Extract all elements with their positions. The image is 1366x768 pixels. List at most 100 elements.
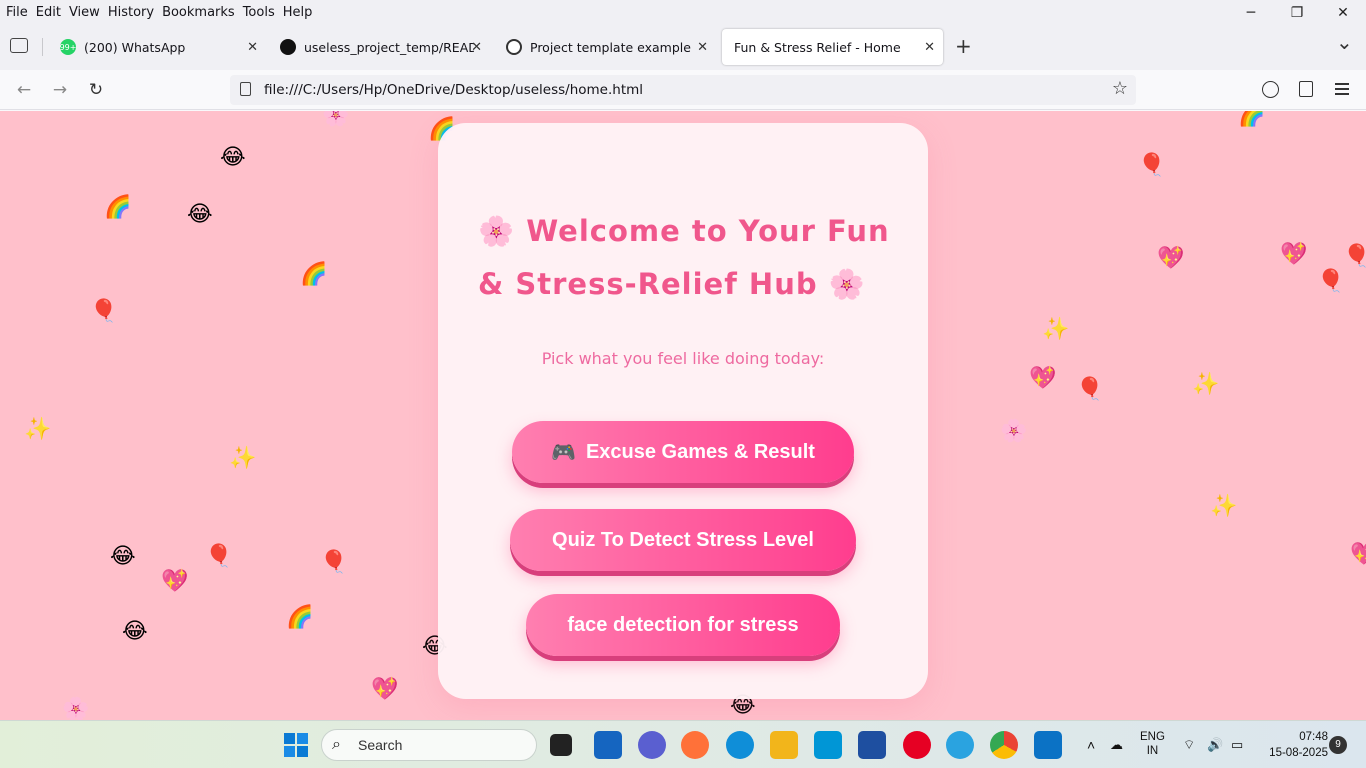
wifi-icon[interactable]: ⌔ bbox=[1183, 721, 1195, 768]
github-icon bbox=[280, 39, 296, 55]
extensions-icon[interactable] bbox=[1299, 81, 1313, 97]
page-title: 🌸 Welcome to Your Fun & Stress-Relief Hu… bbox=[478, 205, 898, 311]
heart-emoji: 💖 bbox=[1029, 366, 1057, 391]
restore-button[interactable]: ❐ bbox=[1274, 0, 1320, 26]
account-icon[interactable] bbox=[1262, 81, 1279, 98]
welcome-card: 🌸 Welcome to Your Fun & Stress-Relief Hu… bbox=[438, 123, 928, 699]
minimize-button[interactable]: ─ bbox=[1228, 0, 1274, 26]
navigation-bar: ← → ↻ file:///C:/Users/Hp/OneDrive/Deskt… bbox=[0, 70, 1366, 110]
forward-button[interactable]: → bbox=[47, 78, 73, 102]
show-hidden-icons-icon[interactable]: ˄ bbox=[1087, 721, 1095, 768]
rainbow-emoji: 🌈 bbox=[286, 605, 314, 630]
tab-badge: 99+ bbox=[59, 42, 77, 52]
balloon-emoji: 🎈 bbox=[1317, 269, 1345, 294]
myhp-icon[interactable] bbox=[814, 731, 842, 759]
menu-view[interactable]: View bbox=[67, 5, 106, 20]
tab-title: (200) WhatsApp bbox=[84, 39, 186, 55]
tab-title: useless_project_temp/README.md bbox=[304, 39, 474, 55]
clock-date: 15-08-2025 bbox=[1269, 747, 1328, 759]
stress-quiz-button[interactable]: Quiz To Detect Stress Level bbox=[510, 509, 856, 571]
laughing-emoji: 😂 bbox=[187, 202, 213, 227]
tab-project-template[interactable]: Project template example ✕ bbox=[494, 29, 716, 65]
close-tab-icon[interactable]: ✕ bbox=[924, 40, 935, 55]
search-placeholder: Search bbox=[358, 737, 403, 753]
balloon-emoji: 🎈 bbox=[1343, 244, 1366, 269]
menu-icon[interactable] bbox=[1335, 83, 1349, 95]
task-view-icon[interactable] bbox=[550, 734, 572, 756]
sparkles-emoji: ✨ bbox=[24, 417, 52, 442]
tab-title: Project template example bbox=[530, 39, 691, 55]
balloon-emoji: 🎈 bbox=[90, 299, 118, 324]
sparkles-emoji: ✨ bbox=[1192, 372, 1220, 397]
url-bar[interactable]: file:///C:/Users/Hp/OneDrive/Desktop/use… bbox=[230, 75, 1136, 105]
close-window-button[interactable]: ✕ bbox=[1320, 0, 1366, 26]
button-label: Excuse Games & Result bbox=[585, 440, 815, 463]
tab-title: Fun & Stress Relief - Home bbox=[734, 39, 901, 55]
close-tab-icon[interactable]: ✕ bbox=[697, 40, 708, 55]
excuse-games-button[interactable]: 🎮 Excuse Games & Result bbox=[512, 421, 854, 483]
battery-icon[interactable]: ▭ bbox=[1231, 721, 1243, 768]
heart-emoji: 💖 bbox=[1157, 246, 1185, 271]
balloon-emoji: 🎈 bbox=[320, 550, 348, 575]
balloon-emoji: 🎈 bbox=[205, 544, 233, 569]
close-tab-icon[interactable]: ✕ bbox=[247, 40, 258, 55]
laughing-emoji: 😂 bbox=[220, 145, 246, 170]
file-explorer-icon[interactable] bbox=[770, 731, 798, 759]
page-subtitle: Pick what you feel like doing today: bbox=[541, 349, 825, 368]
button-label: Quiz To Detect Stress Level bbox=[552, 528, 814, 551]
bookmark-star-icon[interactable]: ☆ bbox=[1112, 78, 1128, 99]
clock[interactable]: 07:48 15-08-2025 bbox=[1258, 729, 1328, 761]
page-viewport: 🌸 😂 🌈 😂 🌈 🎈 ✨ ✨ 😂 🎈 🎈 💖 🌈 😂 💖 🌸 🌈 😂 😂 🎈 … bbox=[0, 111, 1366, 720]
url-text: file:///C:/Users/Hp/OneDrive/Desktop/use… bbox=[264, 82, 644, 98]
heart-emoji: 💖 bbox=[1350, 542, 1366, 567]
taskbar: ⌕ Search ˄ ☁ ENG IN ⌔ 🔊 ▭ 07:48 15-08-20… bbox=[0, 720, 1366, 768]
region-code: IN bbox=[1146, 745, 1159, 757]
button-label: face detection for stress bbox=[567, 613, 799, 636]
onedrive-icon[interactable]: ☁ bbox=[1110, 721, 1123, 768]
menu-bookmarks[interactable]: Bookmarks bbox=[160, 5, 241, 20]
rainbow-emoji: 🌈 bbox=[300, 262, 328, 287]
volume-icon[interactable]: 🔊 bbox=[1207, 721, 1223, 768]
reload-button[interactable]: ↻ bbox=[83, 78, 109, 102]
game-controller-icon: 🎮 bbox=[551, 441, 576, 464]
heart-emoji: 💖 bbox=[1280, 242, 1308, 267]
flower-emoji: 🌸 bbox=[62, 697, 90, 721]
flower-emoji: 🌸 bbox=[1000, 419, 1028, 444]
edge-icon[interactable] bbox=[726, 731, 754, 759]
widgets-icon[interactable] bbox=[594, 731, 622, 759]
clock-time: 07:48 bbox=[1299, 731, 1328, 743]
firefox-view-icon[interactable] bbox=[10, 38, 28, 53]
notification-badge[interactable]: 9 bbox=[1329, 736, 1347, 754]
vscode-icon[interactable] bbox=[1034, 731, 1062, 759]
menu-history[interactable]: History bbox=[106, 5, 160, 20]
menu-tools[interactable]: Tools bbox=[241, 5, 281, 20]
tab-fun-stress-relief[interactable]: Fun & Stress Relief - Home ✕ bbox=[722, 29, 943, 65]
sparkles-emoji: ✨ bbox=[229, 446, 257, 471]
tab-whatsapp[interactable]: 99+ (200) WhatsApp ✕ bbox=[48, 29, 266, 65]
menu-help[interactable]: Help bbox=[281, 5, 319, 20]
monitor-icon[interactable] bbox=[858, 731, 886, 759]
tab-separator bbox=[42, 38, 43, 56]
chrome-icon[interactable] bbox=[990, 731, 1018, 759]
face-detection-button[interactable]: face detection for stress bbox=[526, 594, 840, 656]
rainbow-emoji: 🌈 bbox=[104, 195, 132, 220]
telegram-icon[interactable] bbox=[946, 731, 974, 759]
firefox-icon[interactable] bbox=[681, 731, 709, 759]
language-indicator[interactable]: ENG IN bbox=[1140, 730, 1165, 760]
windows-start-icon[interactable] bbox=[282, 731, 310, 759]
pinterest-icon[interactable] bbox=[903, 731, 931, 759]
whatsapp-icon: 99+ bbox=[60, 39, 76, 55]
chat-icon[interactable] bbox=[638, 731, 666, 759]
taskbar-search[interactable]: ⌕ Search bbox=[321, 729, 537, 761]
title-line-2: & Stress-Relief Hub 🌸 bbox=[478, 267, 866, 301]
page-icon bbox=[240, 82, 251, 96]
close-tab-icon[interactable]: ✕ bbox=[471, 40, 482, 55]
menu-file[interactable]: File bbox=[4, 5, 34, 20]
balloon-emoji: 🎈 bbox=[1138, 153, 1166, 178]
menu-edit[interactable]: Edit bbox=[34, 5, 67, 20]
back-button[interactable]: ← bbox=[11, 78, 37, 102]
list-all-tabs-button[interactable]: ⌄ bbox=[1336, 30, 1353, 54]
new-tab-button[interactable]: + bbox=[955, 34, 972, 58]
tab-github-readme[interactable]: useless_project_temp/README.md ✕ bbox=[268, 29, 490, 65]
rainbow-emoji: 🌈 bbox=[1238, 111, 1266, 128]
